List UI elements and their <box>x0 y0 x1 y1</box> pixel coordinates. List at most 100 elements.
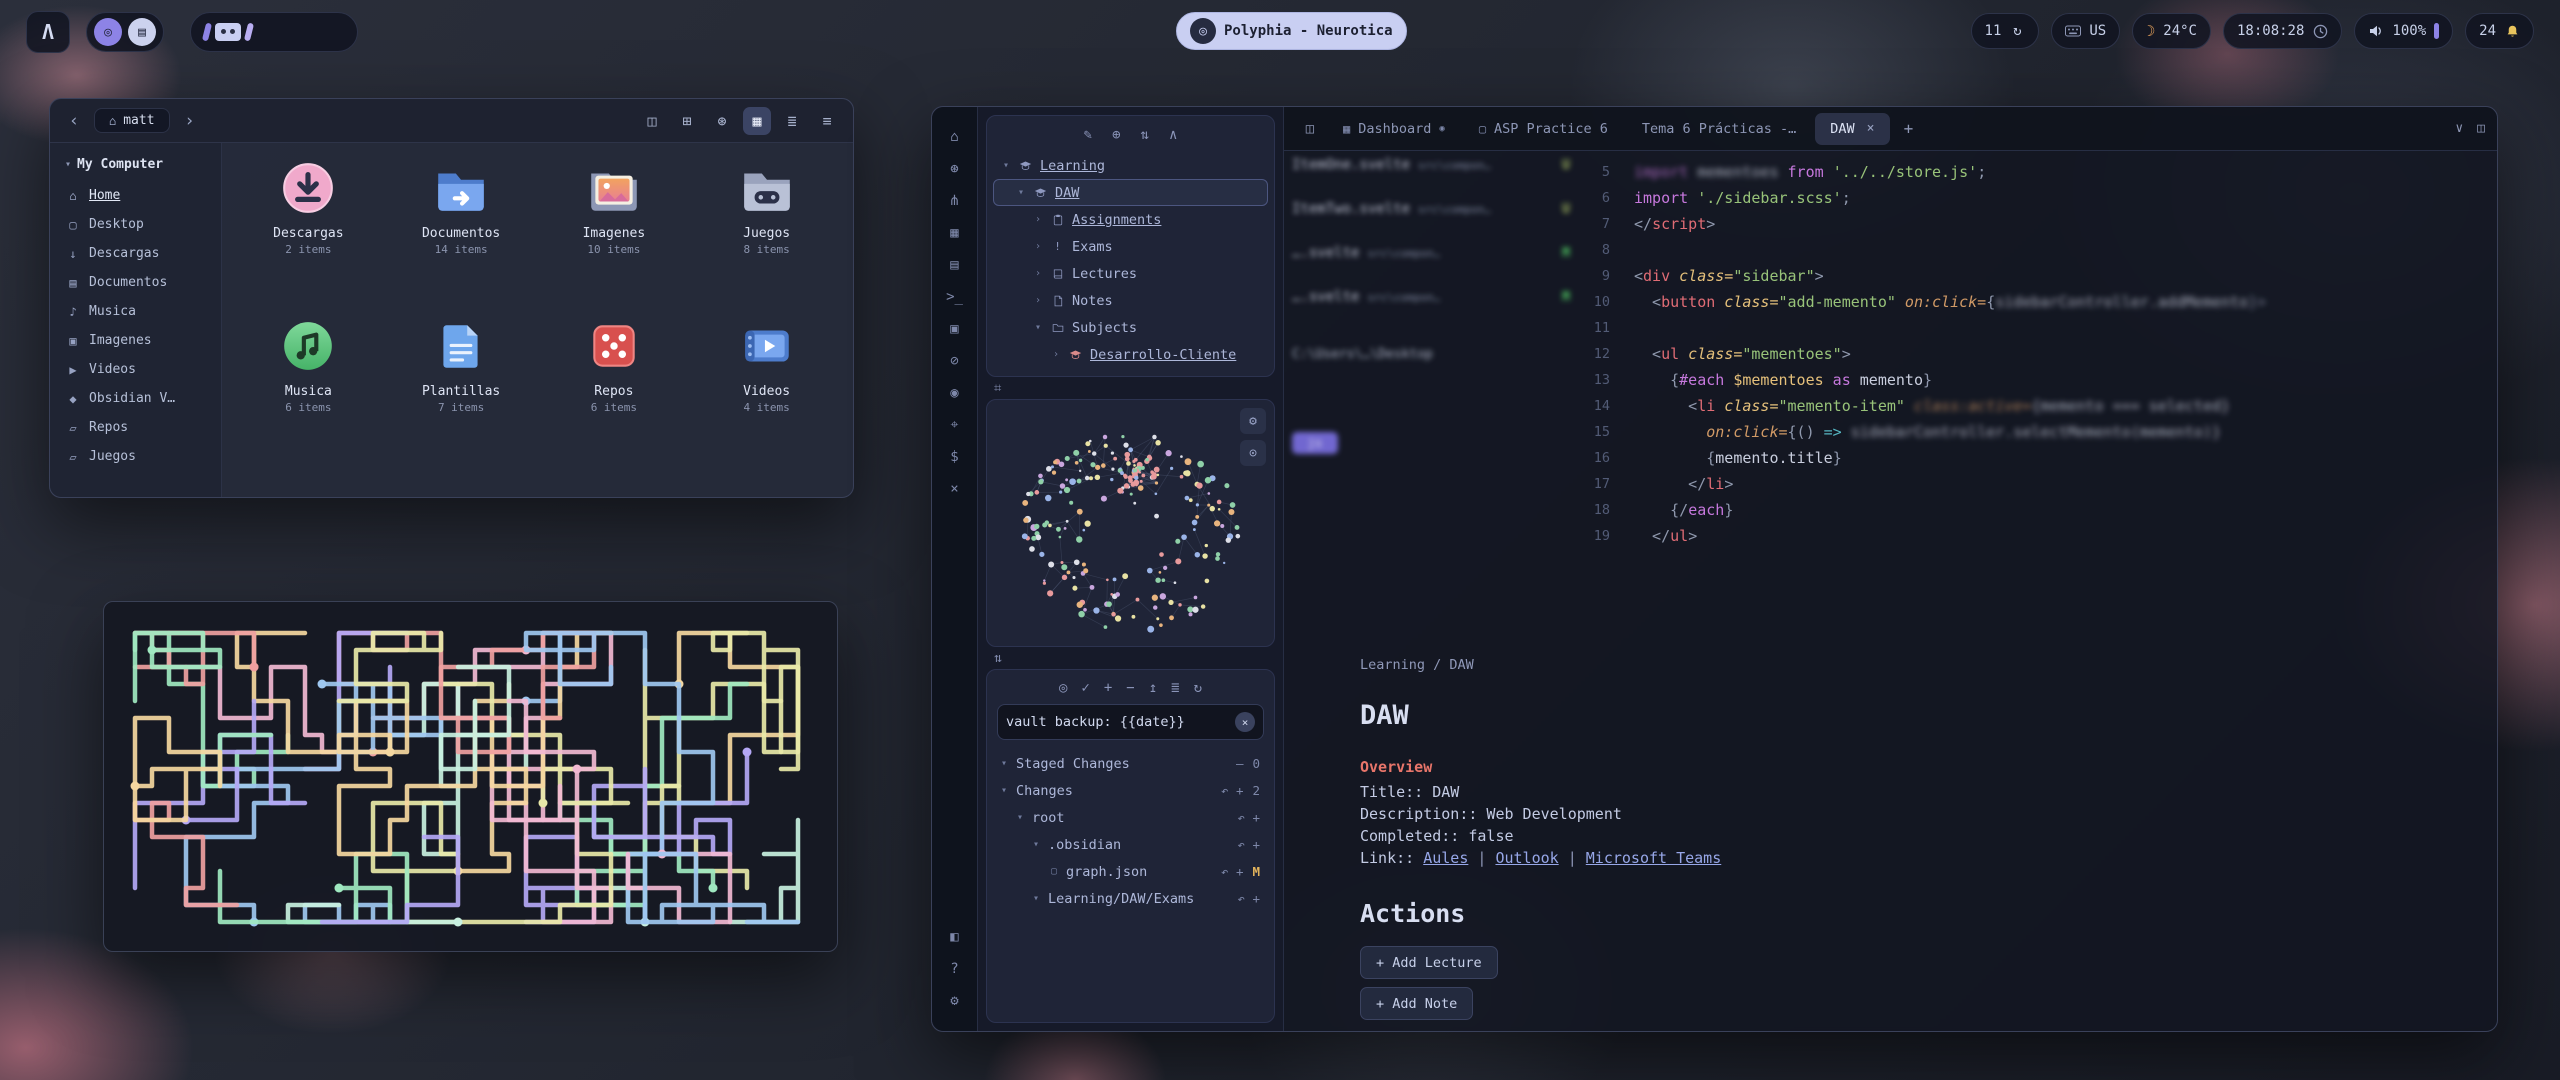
git-row-exams-dir[interactable]: ▾ Learning/DAW/Exams ↶ + <box>991 885 1270 912</box>
pin-icon[interactable]: ⌖ <box>940 411 970 439</box>
tab-list-icon[interactable]: ∨ <box>2455 121 2463 136</box>
git-push-icon[interactable]: ↥ <box>1149 680 1157 696</box>
git-row-actions[interactable]: ↶ + <box>1221 864 1244 879</box>
sidebar-item-descargas[interactable]: ↓Descargas <box>59 239 212 268</box>
git-row-staged[interactable]: ▾ Staged Changes —0 <box>991 750 1270 777</box>
weather-pill[interactable]: ☽ 24°C <box>2132 13 2211 49</box>
link-outlook[interactable]: Outlook <box>1495 849 1558 867</box>
folder-juegos[interactable]: Juegos 8 items <box>690 159 843 258</box>
git-row-actions[interactable]: ↶ + <box>1221 783 1244 798</box>
graph-settings-button[interactable]: ⚙ <box>1240 408 1266 434</box>
forward-button[interactable]: › <box>178 109 202 133</box>
sort-icon[interactable]: ⇅ <box>1141 127 1149 143</box>
new-folder-button[interactable]: ⊞ <box>673 107 701 135</box>
git-stage-all-icon[interactable]: + <box>1104 680 1112 696</box>
git-row-actions[interactable]: ↶ + <box>1237 837 1260 852</box>
add-lecture-button[interactable]: + Add Lecture <box>1360 946 1498 979</box>
split-pane-icon[interactable]: ◫ <box>2477 121 2485 136</box>
tree-item-desarrollo-cliente[interactable]: › Desarrollo-Cliente <box>993 341 1268 368</box>
menu-button[interactable]: ≡ <box>813 107 841 135</box>
note-title[interactable]: DAW <box>1360 700 2300 731</box>
git-row-root[interactable]: ▾ root ↶ + <box>991 804 1270 831</box>
sidebar-item-imagenes[interactable]: ▣Imagenes <box>59 326 212 355</box>
tab-daw[interactable]: DAW × <box>1815 113 1889 145</box>
window-list-widget[interactable] <box>190 12 358 52</box>
sidebar-item-desktop[interactable]: ▢Desktop <box>59 210 212 239</box>
git-row-obsidian-dir[interactable]: ▾ .obsidian ↶ + <box>991 831 1270 858</box>
clear-icon[interactable]: × <box>1235 712 1255 732</box>
tree-item-notes[interactable]: › Notes <box>993 287 1268 314</box>
sidebar-header[interactable]: ▾ My Computer <box>59 155 212 181</box>
folder-imagenes[interactable]: Imagenes 10 items <box>538 159 691 258</box>
git-backup-icon[interactable]: ◎ <box>1059 680 1067 696</box>
folder-videos[interactable]: Videos 4 items <box>690 317 843 416</box>
new-note-icon[interactable]: ✎ <box>1084 127 1092 143</box>
sidebar-item-videos[interactable]: ▶Videos <box>59 355 212 384</box>
list-view-button[interactable]: ≣ <box>778 107 806 135</box>
folder-descargas[interactable]: Descargas 2 items <box>232 159 385 258</box>
sidebar-item-musica[interactable]: ♪Musica <box>59 297 212 326</box>
breadcrumb[interactable]: Learning / DAW <box>1360 657 2300 673</box>
tree-item-daw[interactable]: ▾ DAW <box>993 179 1268 206</box>
tree-item-lectures[interactable]: › Lectures <box>993 260 1268 287</box>
sidebar-toggle-icon[interactable]: ◫ <box>1296 121 1324 137</box>
notifications-pill[interactable]: 24 <box>2465 13 2534 49</box>
now-playing-widget[interactable]: ◎ Polyphia - Neurotica <box>1176 12 1407 50</box>
sidebar-item-documentos[interactable]: ▤Documentos <box>59 268 212 297</box>
git-row-actions[interactable]: ↶ + <box>1237 891 1260 906</box>
volume-pill[interactable]: 100% <box>2354 13 2453 49</box>
git-refresh-icon[interactable]: ↻ <box>1194 680 1202 696</box>
tree-item-assignments[interactable]: › Assignments <box>993 206 1268 233</box>
clock-pill[interactable]: 18:08:28 <box>2223 13 2342 49</box>
window-chip[interactable] <box>202 23 212 42</box>
sidebar-item-obsidian-vault[interactable]: ◆Obsidian V… <box>59 384 212 413</box>
back-button[interactable]: ‹ <box>62 109 86 133</box>
folder-musica[interactable]: Musica 6 items <box>232 317 385 416</box>
volume-meter[interactable] <box>2434 23 2439 39</box>
donate-icon[interactable]: $ <box>940 443 970 471</box>
keyboard-layout-pill[interactable]: US <box>2051 13 2120 49</box>
add-note-button[interactable]: + Add Note <box>1360 987 1473 1020</box>
folder-plantillas[interactable]: Plantillas 7 items <box>385 317 538 416</box>
graph-pane-icon[interactable]: ⌗ <box>986 377 1275 399</box>
commit-message-input[interactable] <box>1006 714 1235 730</box>
gear-icon[interactable]: ⚙ <box>940 987 970 1015</box>
workspace-active-icon[interactable]: ◎ <box>94 18 122 46</box>
new-tab-button[interactable]: + <box>1894 119 1924 138</box>
link-aules[interactable]: Aules <box>1423 849 1468 867</box>
window-chip[interactable] <box>215 23 241 41</box>
graph-canvas[interactable] <box>987 400 1274 646</box>
folder-repos[interactable]: Repos 6 items <box>538 317 691 416</box>
daily-note-icon[interactable]: ▤ <box>940 251 970 279</box>
window-chip[interactable] <box>244 23 254 42</box>
sidebar-item-juegos[interactable]: ▱Juegos <box>59 442 212 471</box>
launcher-button[interactable]: Λ <box>26 11 70 53</box>
sidebar-item-home[interactable]: ⌂Home <box>59 181 212 210</box>
graph-filter-button[interactable]: ⊙ <box>1240 440 1266 466</box>
tab-tema6[interactable]: Tema 6 Prácticas -… <box>1627 113 1811 145</box>
git-row-actions[interactable]: — <box>1236 756 1244 771</box>
git-row-actions[interactable]: ↶ + <box>1237 810 1260 825</box>
graph-view-icon[interactable]: ⋔ <box>940 187 970 215</box>
collapse-all-icon[interactable]: ∧ <box>1169 127 1177 143</box>
git-row-graph-json[interactable]: ▢ graph.json ↶ +M <box>991 858 1270 885</box>
camera-icon[interactable]: ◉ <box>940 379 970 407</box>
git-change-list-icon[interactable]: ≣ <box>1171 680 1179 696</box>
vault-switcher-icon[interactable]: ◧ <box>940 923 970 951</box>
tree-item-exams[interactable]: › ! Exams <box>993 233 1268 260</box>
code-editor[interactable]: 5import mementoes from '../../store.js';… <box>1570 159 2481 549</box>
sidebar-item-repos[interactable]: ▱Repos <box>59 413 212 442</box>
terminal-icon[interactable]: >_ <box>940 283 970 311</box>
home-icon[interactable]: ⌂ <box>940 123 970 151</box>
close-icon[interactable]: × <box>940 475 970 503</box>
tree-item-learning[interactable]: ▾ Learning <box>993 152 1268 179</box>
folder-documentos[interactable]: Documentos 14 items <box>385 159 538 258</box>
tree-item-subjects[interactable]: ▾ Subjects <box>993 314 1268 341</box>
search-button[interactable]: ⊛ <box>708 107 736 135</box>
unlink-icon[interactable]: ⊘ <box>940 347 970 375</box>
breadcrumb[interactable]: ⌂ matt <box>94 108 170 133</box>
git-pane-icon[interactable]: ⇅ <box>986 647 1275 669</box>
link-teams[interactable]: Microsoft Teams <box>1586 849 1721 867</box>
canvas-icon[interactable]: ▦ <box>940 219 970 247</box>
tab-asp-practice[interactable]: ▢ ASP Practice 6 <box>1464 113 1623 145</box>
